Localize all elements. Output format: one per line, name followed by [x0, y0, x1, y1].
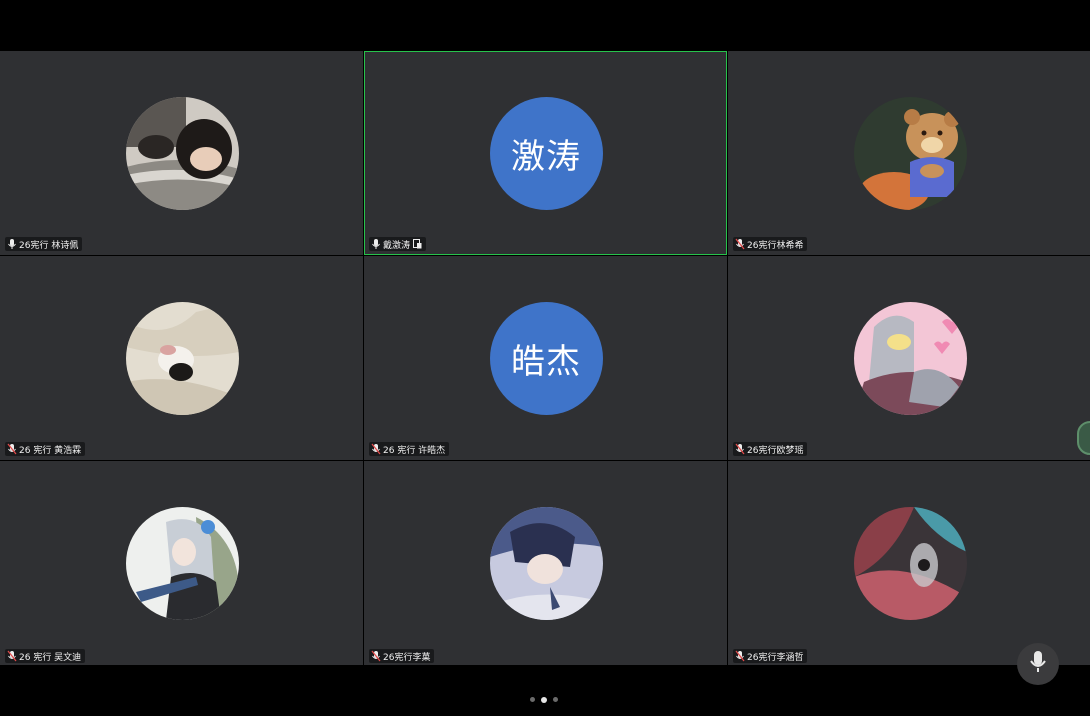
microphone-icon — [1029, 650, 1047, 678]
text-avatar: 激涛 — [489, 97, 603, 210]
mic-toggle-button[interactable] — [1017, 643, 1059, 685]
participant-tile[interactable]: 皓杰 26 宪行 许皓杰 — [364, 256, 727, 460]
participant-tile[interactable]: 26宪行李菓 — [364, 461, 727, 667]
participant-tile[interactable]: 26宪行 林诗佩 — [0, 51, 363, 255]
mic-muted-icon — [735, 443, 745, 455]
mic-muted-icon — [371, 650, 381, 662]
participant-name: 26 宪行 许皓杰 — [383, 445, 446, 456]
mic-on-icon — [371, 238, 381, 250]
participant-name: 26 宪行 黄浩霖 — [19, 445, 82, 456]
mic-muted-icon — [371, 443, 381, 455]
text-avatar: 皓杰 — [489, 302, 603, 415]
floating-handle[interactable] — [1077, 421, 1090, 455]
page-indicator[interactable] — [530, 696, 558, 703]
mic-muted-icon — [735, 650, 745, 662]
mic-muted-icon — [7, 650, 17, 662]
participant-tile[interactable]: 26 宪行 黄浩霖 — [0, 256, 363, 460]
top-bar — [0, 0, 1090, 51]
participant-name: 26宪行李涵哲 — [747, 652, 804, 663]
participant-label: 26宪行 林诗佩 — [5, 237, 83, 251]
participant-tile[interactable]: 26 宪行 吴文迪 — [0, 461, 363, 667]
participant-name: 戴激涛 — [383, 240, 411, 251]
page-dot-current[interactable] — [541, 696, 547, 703]
participant-name: 26 宪行 吴文迪 — [19, 652, 82, 663]
abstract-art-icon — [854, 507, 967, 620]
mic-muted-icon — [7, 443, 17, 455]
ultraman-icon — [854, 302, 967, 415]
participant-label: 戴激涛 — [369, 237, 427, 251]
participant-label: 26 宪行 许皓杰 — [369, 442, 450, 456]
bear-cartoon-icon — [854, 97, 967, 210]
participant-tile-active[interactable]: 激涛 戴激涛 — [364, 51, 727, 255]
page-dot[interactable] — [553, 697, 558, 702]
video-grid: 26宪行 林诗佩 激涛 戴激涛 26宪行林希希 26 宪行 黄浩霖 皓杰 26 … — [0, 51, 1090, 667]
participant-name: 26宪行林希希 — [747, 240, 804, 251]
photo-girl-icon — [125, 97, 239, 210]
participant-label: 26宪行林希希 — [733, 237, 808, 251]
participant-label: 26宪行李菓 — [369, 649, 435, 663]
anime-boy-icon — [489, 507, 603, 620]
participant-tile[interactable]: 26宪行林希希 — [728, 51, 1090, 255]
participant-tile[interactable]: 26宪行李涵哲 — [728, 461, 1090, 667]
participant-name: 26宪行欧梦瑶 — [747, 445, 804, 456]
participant-label: 26 宪行 吴文迪 — [5, 649, 86, 663]
mic-muted-icon — [735, 238, 745, 250]
mic-on-icon — [7, 238, 17, 250]
participant-name: 26宪行 林诗佩 — [19, 240, 79, 251]
share-icon — [413, 239, 422, 249]
page-dot[interactable] — [530, 697, 535, 702]
cat-photo-icon — [125, 302, 239, 415]
participant-tile[interactable]: 26宪行欧梦瑶 — [728, 256, 1090, 460]
participant-name: 26宪行李菓 — [383, 652, 431, 663]
participant-label: 26 宪行 黄浩霖 — [5, 442, 86, 456]
participant-label: 26宪行李涵哲 — [733, 649, 808, 663]
participant-label: 26宪行欧梦瑶 — [733, 442, 808, 456]
anime-girl-icon — [125, 507, 239, 620]
bottom-bar — [0, 665, 1090, 716]
